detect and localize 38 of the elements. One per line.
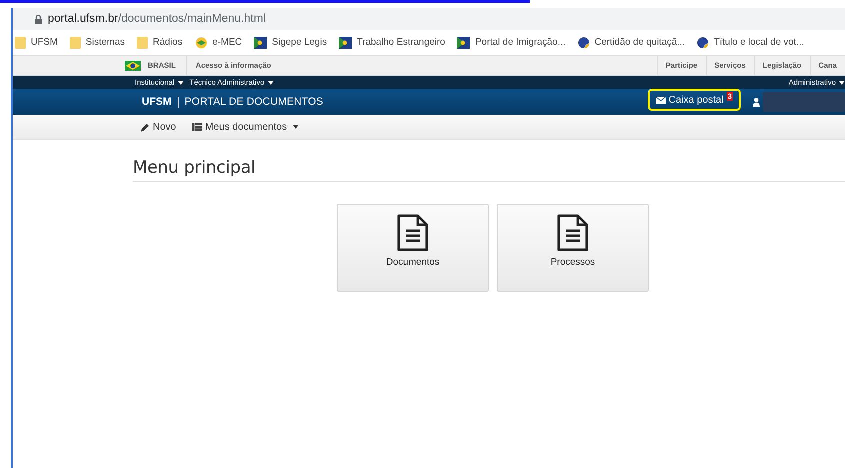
caret-icon xyxy=(293,125,300,129)
flag-icon xyxy=(457,36,470,48)
brand-label: UFSM xyxy=(142,96,172,108)
list-icon xyxy=(192,123,202,131)
bookmark[interactable]: Título e local de vot... xyxy=(697,36,804,48)
bookmark[interactable]: UFSM xyxy=(15,36,58,48)
bookmark[interactable]: Sistemas xyxy=(70,36,125,48)
document-icon xyxy=(557,214,589,252)
portal-title: PORTAL DE DOCUMENTOS xyxy=(184,96,324,108)
flag-icon xyxy=(254,36,268,48)
menu-card[interactable]: Documentos xyxy=(337,204,489,292)
page-title: Menu principal xyxy=(133,158,845,182)
nav-link[interactable]: Meus documentos xyxy=(192,122,300,132)
caret-icon xyxy=(839,81,845,86)
emblem-icon xyxy=(194,36,208,48)
folder-icon xyxy=(70,36,81,48)
caret-icon xyxy=(178,81,184,86)
bookmark[interactable]: e-MEC xyxy=(194,36,242,48)
nav-link[interactable]: Novo xyxy=(141,122,176,132)
pencil-icon xyxy=(141,122,150,132)
globe-icon xyxy=(697,36,710,48)
folder-icon xyxy=(15,36,26,48)
bookmark[interactable]: Sigepe Legis xyxy=(254,36,328,48)
flag-icon xyxy=(125,60,141,70)
lock-icon xyxy=(35,14,42,24)
envelope-icon xyxy=(656,96,666,104)
menu-card[interactable]: Processos xyxy=(497,204,649,292)
document-icon xyxy=(397,214,429,252)
user-icon xyxy=(753,98,760,106)
bookmark[interactable]: Portal de Imigração... xyxy=(457,36,566,48)
url-field[interactable]: portal.ufsm.br/documentos/mainMenu.html xyxy=(48,13,266,25)
globe-icon xyxy=(578,36,590,48)
folder-icon xyxy=(137,36,148,48)
bookmark[interactable]: Trabalho Estrangeiro xyxy=(339,36,446,48)
bookmark[interactable]: Certidão de quitaçã... xyxy=(578,36,686,48)
flag-icon xyxy=(339,36,352,48)
caret-icon xyxy=(268,81,274,86)
bookmark[interactable]: Rádios xyxy=(137,36,183,48)
